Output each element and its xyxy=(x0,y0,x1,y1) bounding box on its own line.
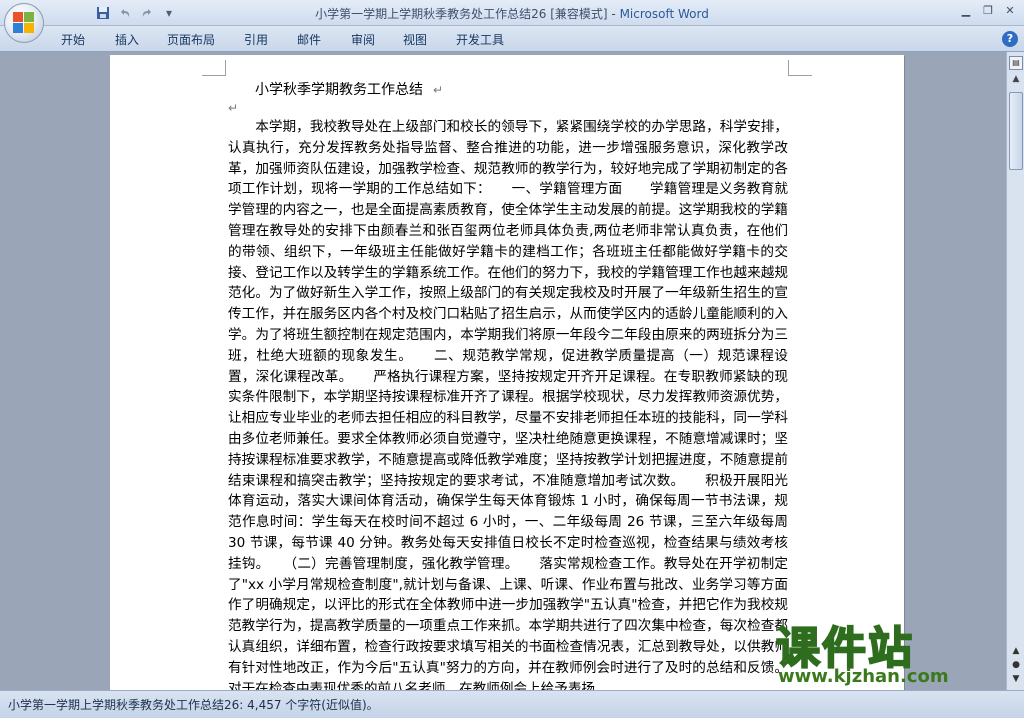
document-title-text: 小学秋季学期教务工作总结 xyxy=(255,82,423,98)
status-word-count[interactable]: 小学第一学期上学期秋季教务处工作总结26: 4,457 个字符(近似值)。 xyxy=(8,696,379,713)
tab-review[interactable]: 审阅 xyxy=(351,31,375,48)
office-button[interactable] xyxy=(4,3,44,43)
document-name: 小学第一学期上学期秋季教务处工作总结26 [兼容模式] xyxy=(315,7,608,21)
select-browse-object-icon[interactable]: ● xyxy=(1009,660,1023,674)
minimize-icon[interactable]: ▁ xyxy=(956,2,976,18)
paragraph-mark-icon: ↵ xyxy=(228,101,239,115)
tab-view[interactable]: 视图 xyxy=(403,31,427,48)
app-name: Microsoft Word xyxy=(619,7,709,21)
title-bar: ▾ 小学第一学期上学期秋季教务处工作总结26 [兼容模式] - Microsof… xyxy=(0,0,1024,26)
document-area: 小学秋季学期教务工作总结 ↵ ↵ 本学期，我校教导处在上级部门和校长的领导下，紧紧… xyxy=(0,52,1006,690)
help-icon[interactable]: ? xyxy=(1002,31,1018,47)
vertical-scrollbar[interactable]: ▤ ▲ ▲ ● ▼ xyxy=(1006,52,1024,690)
window-controls: ▁ ❐ ✕ xyxy=(956,2,1020,18)
scroll-up-icon[interactable]: ▲ xyxy=(1009,74,1023,88)
office-logo-icon xyxy=(13,12,35,34)
status-bar: 小学第一学期上学期秋季教务处工作总结26: 4,457 个字符(近似值)。 xyxy=(0,690,1024,718)
previous-page-icon[interactable]: ▲ xyxy=(1009,646,1023,660)
view-ruler-icon[interactable]: ▤ xyxy=(1009,56,1023,70)
crop-mark-top-right xyxy=(788,60,812,76)
ribbon-tabs: 开始 插入 页面布局 引用 邮件 审阅 视图 开发工具 ? xyxy=(0,26,1024,52)
scroll-thumb[interactable] xyxy=(1009,92,1023,170)
tab-home[interactable]: 开始 xyxy=(61,31,85,48)
restore-icon[interactable]: ❐ xyxy=(978,2,998,18)
paragraph-mark-icon: ↵ xyxy=(433,83,444,97)
document-page[interactable]: 小学秋季学期教务工作总结 ↵ ↵ 本学期，我校教导处在上级部门和校长的领导下，紧紧… xyxy=(110,55,904,690)
close-icon[interactable]: ✕ xyxy=(1000,2,1020,18)
tab-references[interactable]: 引用 xyxy=(244,31,268,48)
title-separator: - xyxy=(607,7,620,21)
document-body: 本学期，我校教导处在上级部门和校长的领导下，紧紧围绕学校的办学思路，科学安排，认… xyxy=(228,119,788,690)
crop-mark-top-left xyxy=(202,60,226,76)
document-title: 小学秋季学期教务工作总结 ↵ xyxy=(255,79,443,99)
tab-mailings[interactable]: 邮件 xyxy=(297,31,321,48)
window-title: 小学第一学期上学期秋季教务处工作总结26 [兼容模式] - Microsoft … xyxy=(0,5,1024,22)
tab-insert[interactable]: 插入 xyxy=(115,31,139,48)
tab-page-layout[interactable]: 页面布局 xyxy=(167,31,215,48)
tab-developer[interactable]: 开发工具 xyxy=(456,31,504,48)
next-page-icon[interactable]: ▼ xyxy=(1009,674,1023,688)
